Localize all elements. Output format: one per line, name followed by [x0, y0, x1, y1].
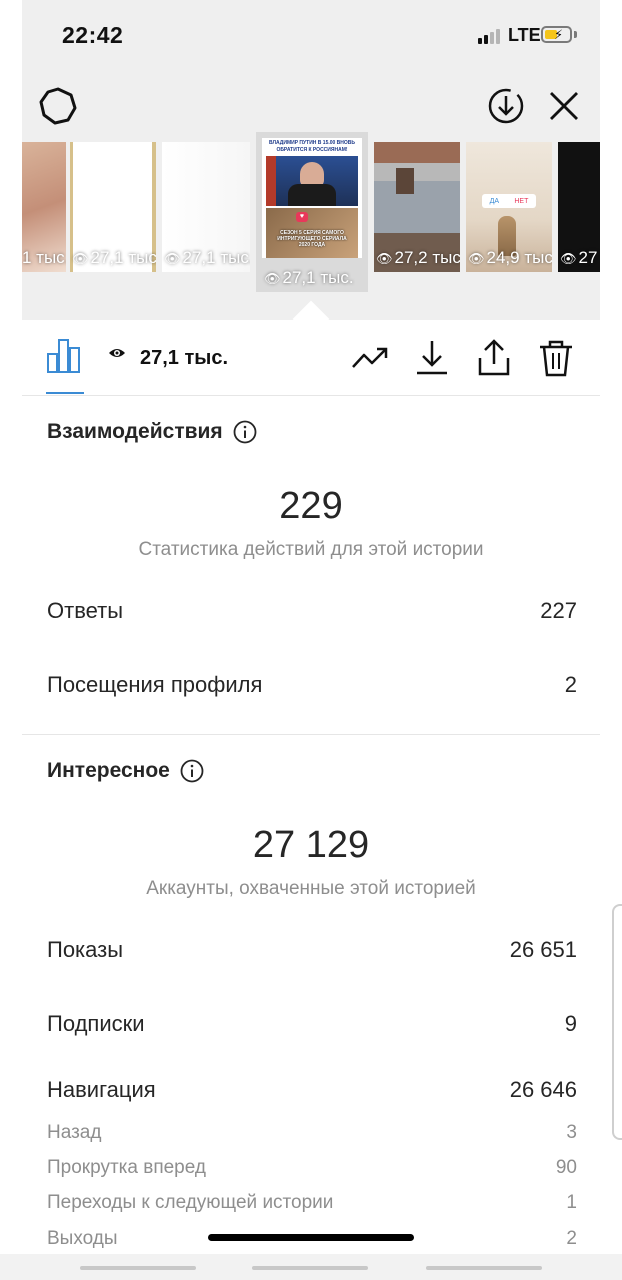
- download-button[interactable]: [412, 338, 452, 378]
- poll-sticker: ДА НЕТ: [482, 194, 536, 208]
- poll-no: НЕТ: [514, 197, 529, 205]
- close-button[interactable]: [542, 84, 586, 128]
- status-time: 22:42: [62, 22, 124, 48]
- story-caption: СЕЗОН 5 СЕРИЯ САМОГО ИНТРИГУЮЩЕГО СЕРИАЛ…: [277, 230, 347, 248]
- metric-value: 90: [555, 1157, 577, 1178]
- download-circle-icon: [488, 88, 524, 124]
- network-label: LTE: [508, 25, 541, 45]
- eye-icon: 👁: [560, 251, 577, 266]
- interactions-subtitle: Статистика действий для этой истории: [138, 539, 484, 560]
- metric-value: 2: [564, 672, 577, 697]
- metric-label: Назад: [47, 1122, 102, 1143]
- story-thumbnails: 1 тыс. 👁 27,1 тыс. 👁 27,1 тыс. ВЛАДИМИР ПУ…: [22, 132, 600, 292]
- trending-icon: [352, 347, 388, 368]
- story-views: 👁 27,1 тыс.: [164, 248, 250, 267]
- bar-chart-icon: [47, 339, 80, 373]
- story-insights-screen: 22:42 LTE ⚡ 1 тыс. 👁 27,1 тыс. 👁 27,1 ты…: [22, 0, 600, 1280]
- story-thumbnail[interactable]: 👁 27,2 тыс.: [374, 142, 460, 272]
- download-icon: [417, 341, 447, 375]
- metric-label: Навигация: [47, 1077, 156, 1102]
- eye-icon: 👁: [164, 251, 181, 266]
- save-story-button[interactable]: [484, 84, 528, 128]
- battery-icon: ⚡: [541, 26, 572, 43]
- status-bar: 22:42 LTE ⚡: [22, 0, 600, 70]
- promote-button[interactable]: [350, 338, 390, 378]
- eye-icon: [109, 349, 125, 357]
- story-views: 👁 24,9 тыс.: [468, 248, 552, 267]
- home-indicator[interactable]: [208, 1234, 414, 1241]
- views-count: 27,1 тыс.: [140, 347, 229, 369]
- eye-icon: 👁: [72, 251, 89, 266]
- metric-row-impressions: Показы 26 651: [47, 937, 577, 963]
- interactions-title: Взаимодействия: [47, 420, 223, 443]
- share-icon: [478, 339, 510, 376]
- eye-icon: 👁: [468, 251, 485, 266]
- story-views: 👁 27: [560, 248, 598, 267]
- metric-value: 1: [566, 1192, 577, 1213]
- heart-icon: ♥: [296, 212, 308, 222]
- navigation-row-forward: Прокрутка вперед 90: [47, 1157, 577, 1179]
- settings-button[interactable]: [36, 84, 80, 128]
- active-tab-indicator: [46, 392, 84, 394]
- interactions-total: 229: [279, 485, 343, 527]
- metric-value: 3: [566, 1122, 577, 1143]
- delete-button[interactable]: [536, 338, 576, 378]
- story-views: 👁 27,1 тыс.: [72, 248, 156, 267]
- metric-label: Выходы: [47, 1228, 118, 1249]
- metric-label: Показы: [47, 937, 124, 962]
- eye-icon: 👁: [264, 271, 281, 286]
- story-lower-image: ♥ СЕЗОН 5 СЕРИЯ САМОГО ИНТРИГУЮЩЕГО СЕРИ…: [266, 208, 358, 258]
- signal-icon: [478, 28, 504, 44]
- section-divider: [22, 734, 600, 735]
- metric-label: Прокрутка вперед: [47, 1157, 206, 1178]
- discovery-heading: Интересное: [47, 759, 204, 783]
- poll-yes: ДА: [489, 197, 500, 205]
- metric-label: Посещения профиля: [47, 672, 263, 697]
- story-thumbnail[interactable]: 👁 27,1 тыс.: [70, 142, 156, 272]
- gear-icon: [39, 87, 77, 125]
- discovery-subtitle: Аккаунты, охваченные этой историей: [146, 878, 476, 899]
- insights-tab[interactable]: [44, 336, 84, 376]
- metric-value: 2: [566, 1228, 577, 1249]
- bottom-chrome: [0, 1254, 622, 1280]
- trash-icon: [540, 340, 572, 377]
- story-toolbar: 27,1 тыс.: [22, 320, 600, 396]
- metric-value: 26 651: [509, 937, 577, 962]
- story-preview: ВЛАДИМИР ПУТИН В 15.00 ВНОВЬ ОБРАТИТСЯ К…: [262, 138, 362, 258]
- story-views: 1 тыс.: [22, 248, 66, 267]
- navigation-row-next-story: Переходы к следующей истории 1: [47, 1192, 577, 1214]
- metric-row-follows: Подписки 9: [47, 1011, 577, 1037]
- metric-value: 227: [540, 598, 577, 623]
- eye-icon: 👁: [376, 251, 393, 266]
- interactions-heading: Взаимодействия: [47, 420, 257, 444]
- story-views: 👁 27,2 тыс.: [376, 248, 460, 267]
- story-thumbnail[interactable]: 1 тыс.: [22, 142, 66, 272]
- metric-value: 9: [564, 1011, 577, 1036]
- metric-label: Подписки: [47, 1011, 145, 1036]
- story-strip-area: 22:42 LTE ⚡ 1 тыс. 👁 27,1 тыс. 👁 27,1 ты…: [22, 0, 600, 320]
- discovery-total: 27 129: [252, 824, 370, 866]
- story-views: 👁 27,1 тыс.: [264, 268, 354, 287]
- story-thumbnail[interactable]: 👁 27,1 тыс.: [162, 142, 250, 272]
- story-thumbnail[interactable]: 👁 27: [558, 142, 600, 272]
- window-shape: [396, 168, 414, 194]
- story-thumbnail[interactable]: ДА НЕТ 👁 24,9 тыс.: [466, 142, 552, 272]
- story-photo: [266, 156, 358, 206]
- metric-row-profile-visits: Посещения профиля 2: [47, 672, 577, 698]
- share-button[interactable]: [474, 338, 514, 378]
- info-icon[interactable]: [233, 420, 257, 444]
- metric-label: Ответы: [47, 598, 124, 623]
- metric-value: 26 646: [509, 1077, 577, 1102]
- navigation-row-back: Назад 3: [47, 1122, 577, 1144]
- metric-label: Переходы к следующей истории: [47, 1192, 334, 1213]
- metric-row-navigation: Навигация 26 646: [47, 1077, 577, 1103]
- close-icon: [550, 92, 578, 120]
- scroll-edge: [612, 904, 622, 1140]
- info-icon[interactable]: [180, 759, 204, 783]
- battery-tip: [574, 31, 577, 38]
- discovery-title: Интересное: [47, 759, 170, 782]
- story-thumbnail-selected[interactable]: ВЛАДИМИР ПУТИН В 15.00 ВНОВЬ ОБРАТИТСЯ К…: [256, 132, 368, 292]
- story-headline: ВЛАДИМИР ПУТИН В 15.00 ВНОВЬ ОБРАТИТСЯ К…: [269, 140, 355, 153]
- metric-row-replies: Ответы 227: [47, 598, 577, 624]
